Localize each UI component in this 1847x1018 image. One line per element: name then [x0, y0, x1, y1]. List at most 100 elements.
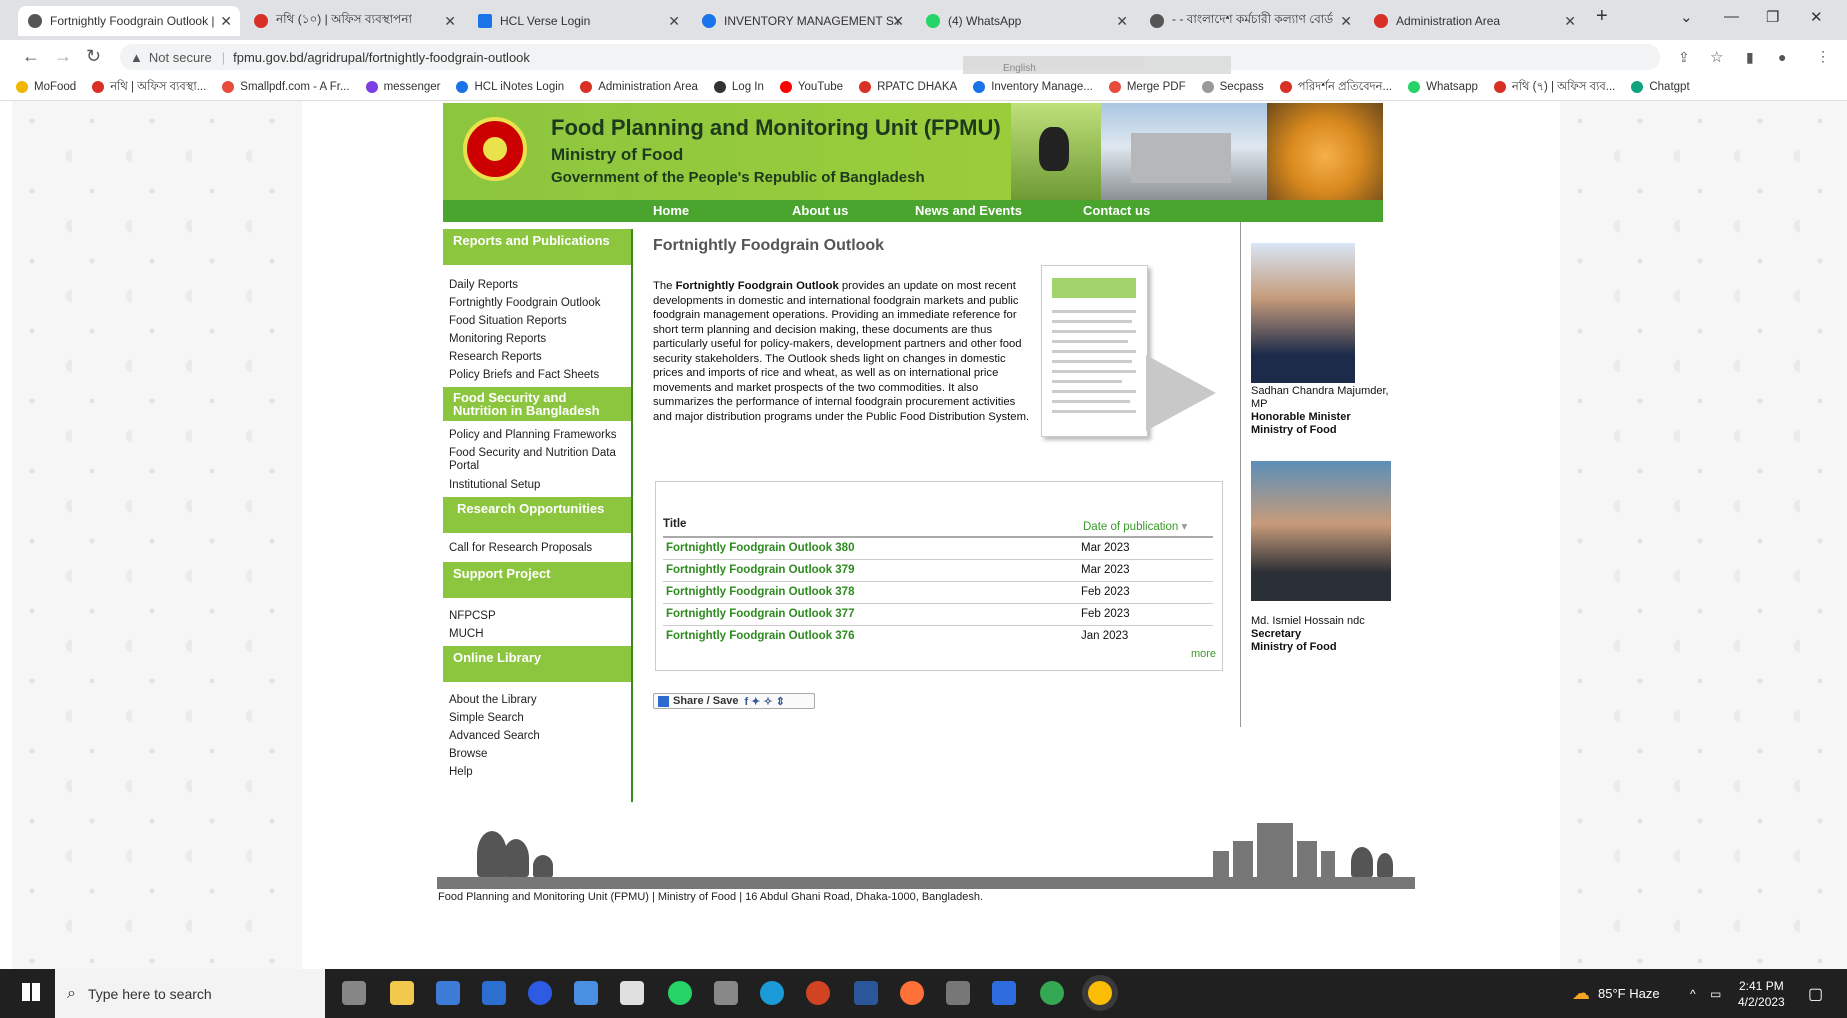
tab-nothi[interactable]: নথি (১০) | অফিস ব্যবস্থাপনা ✕	[244, 6, 464, 36]
bookmark-item[interactable]: YouTube	[779, 81, 843, 93]
bookmark-item[interactable]: নথি | অফিস ব্যবস্থা...	[92, 78, 206, 97]
bookmark-item[interactable]: RPATC DHAKA	[859, 81, 957, 93]
bookmark-item[interactable]: Secpass	[1201, 81, 1264, 93]
sidebar-item-institutional-setup[interactable]: Institutional Setup	[443, 479, 631, 491]
tab-kalyan-board[interactable]: - - বাংলাদেশ কর্মচারী কল্যাণ বোর্ড ✕	[1140, 6, 1360, 36]
tab-inventory[interactable]: INVENTORY MANAGEMENT SYS ✕	[692, 6, 912, 36]
back-icon[interactable]: ←	[22, 46, 40, 67]
bookmark-item[interactable]: Merge PDF	[1108, 81, 1186, 93]
edge-icon[interactable]	[760, 981, 784, 1005]
new-tab-button[interactable]: +	[1596, 5, 1608, 28]
calculator-icon[interactable]	[714, 981, 738, 1005]
tray-chevron-icon[interactable]: ^	[1690, 969, 1696, 1018]
sidebar-item-policy-frameworks[interactable]: Policy and Planning Frameworks	[443, 429, 631, 441]
sidebar-item-data-portal[interactable]: Food Security and Nutrition Data Portal	[443, 447, 631, 473]
sidebar-item-nfpcsp[interactable]: NFPCSP	[443, 610, 631, 622]
close-icon[interactable]: ✕	[892, 13, 904, 30]
bookmark-item[interactable]: Whatsapp	[1408, 81, 1478, 93]
task-view-icon[interactable]	[342, 981, 366, 1005]
sidebar-item-browse[interactable]: Browse	[443, 748, 631, 760]
tab-fortnightly-foodgrain[interactable]: Fortnightly Foodgrain Outlook | ✕	[18, 6, 240, 36]
search-placeholder: Type here to search	[87, 985, 212, 1002]
close-icon[interactable]: ✕	[1116, 13, 1128, 30]
close-icon[interactable]: ✕	[444, 13, 456, 30]
close-icon[interactable]: ✕	[220, 13, 232, 30]
bookmark-item[interactable]: পরিদর্শন প্রতিবেদন...	[1279, 78, 1392, 97]
forward-icon[interactable]: →	[54, 46, 72, 67]
bookmark-item[interactable]: নথি (৭) | অফিস ব্যব...	[1493, 78, 1615, 97]
publication-date: Mar 2023	[1081, 542, 1130, 554]
bookmark-item[interactable]: Chatgpt	[1631, 81, 1690, 93]
sidebar-item-fortnightly-outlook[interactable]: Fortnightly Foodgrain Outlook	[443, 297, 631, 309]
chrome-active-icon[interactable]	[1088, 981, 1112, 1005]
profile-icon[interactable]: ●	[1778, 49, 1786, 65]
close-icon[interactable]: ✕	[1564, 13, 1576, 30]
sidebar-item-call-proposals[interactable]: Call for Research Proposals	[443, 542, 631, 554]
tab-administration[interactable]: Administration Area ✕	[1364, 6, 1584, 36]
calc-icon[interactable]	[946, 981, 970, 1005]
close-window-icon[interactable]: ✕	[1810, 8, 1823, 26]
outlook-link[interactable]: Fortnightly Foodgrain Outlook 379	[666, 564, 854, 576]
notifications-icon[interactable]: ▢	[1808, 969, 1823, 1018]
windows-start-icon[interactable]	[22, 983, 40, 1001]
outlook-link[interactable]: Fortnightly Foodgrain Outlook 376	[666, 630, 854, 642]
more-link[interactable]: more	[1191, 648, 1216, 660]
sidepanel-icon[interactable]: ▮	[1746, 49, 1754, 66]
minimize-icon[interactable]: —	[1724, 8, 1739, 25]
share-save-button[interactable]: Share / Save f ✦ ✧ ⇕	[653, 693, 815, 709]
powerpoint-icon[interactable]	[806, 981, 830, 1005]
sidebar-item-advanced-search[interactable]: Advanced Search	[443, 730, 631, 742]
nav-about-us[interactable]: About us	[792, 203, 848, 218]
sidebar-item-monitoring[interactable]: Monitoring Reports	[443, 333, 631, 345]
network-icon[interactable]: ▭	[1710, 969, 1721, 1018]
teams-icon[interactable]	[574, 981, 598, 1005]
mail-icon[interactable]	[482, 981, 506, 1005]
weather-widget[interactable]: ☁ 85°F Haze	[1572, 969, 1660, 1018]
bookmark-item[interactable]: HCL iNotes Login	[456, 81, 564, 93]
sidebar-item-daily-reports[interactable]: Daily Reports	[443, 279, 631, 291]
restore-icon[interactable]: ❐	[1766, 8, 1779, 26]
site-icon	[1374, 14, 1388, 28]
bookmark-item[interactable]: Inventory Manage...	[973, 81, 1093, 93]
sidebar-item-simple-search[interactable]: Simple Search	[443, 712, 631, 724]
clock[interactable]: 2:41 PM 4/2/2023	[1738, 969, 1785, 1018]
whatsapp-icon[interactable]	[668, 981, 692, 1005]
star-icon[interactable]: ☆	[1710, 48, 1723, 66]
column-date-sort[interactable]: Date of publication ▾	[1083, 519, 1187, 533]
nav-contact-us[interactable]: Contact us	[1083, 203, 1150, 218]
outlook-link[interactable]: Fortnightly Foodgrain Outlook 378	[666, 586, 854, 598]
sidebar-item-research-reports[interactable]: Research Reports	[443, 351, 631, 363]
sidebar-item-much[interactable]: MUCH	[443, 628, 631, 640]
tab-hcl-verse[interactable]: HCL Verse Login ✕	[468, 6, 688, 36]
chrome-icon[interactable]	[1040, 981, 1064, 1005]
tab-whatsapp[interactable]: (4) WhatsApp ✕	[916, 6, 1136, 36]
close-icon[interactable]: ✕	[1340, 13, 1352, 30]
store-icon[interactable]	[436, 981, 460, 1005]
outlook-link[interactable]: Fortnightly Foodgrain Outlook 380	[666, 542, 854, 554]
chevron-down-icon[interactable]: ⌄	[1680, 8, 1693, 26]
taskbar-search-box[interactable]: ⌕ Type here to search	[55, 969, 325, 1018]
file-explorer-icon[interactable]	[390, 981, 414, 1005]
firefox-icon[interactable]	[900, 981, 924, 1005]
close-icon[interactable]: ✕	[668, 13, 680, 30]
nav-home[interactable]: Home	[653, 203, 689, 218]
bookmark-item[interactable]: Smallpdf.com - A Fr...	[222, 81, 350, 93]
outlook-link[interactable]: Fortnightly Foodgrain Outlook 377	[666, 608, 854, 620]
sidebar-item-policy-briefs[interactable]: Policy Briefs and Fact Sheets	[443, 369, 631, 381]
snip-icon[interactable]	[620, 981, 644, 1005]
menu-icon[interactable]: ⋮	[1816, 48, 1830, 65]
bookmark-item[interactable]: Administration Area	[580, 81, 698, 93]
reload-icon[interactable]: ↻	[86, 46, 101, 67]
url-field[interactable]: ▲ Not secure | fpmu.gov.bd/agridrupal/fo…	[120, 44, 1660, 70]
share-icon[interactable]: ⇪	[1678, 49, 1690, 66]
sidebar-item-about-library[interactable]: About the Library	[443, 694, 631, 706]
zoom-icon[interactable]	[528, 981, 552, 1005]
sidebar-item-food-situation[interactable]: Food Situation Reports	[443, 315, 631, 327]
word-icon[interactable]	[854, 981, 878, 1005]
bookmark-item[interactable]: messenger	[365, 81, 440, 93]
bookmark-item[interactable]: Log In	[713, 81, 764, 93]
sidebar-item-help[interactable]: Help	[443, 766, 631, 778]
nav-news-events[interactable]: News and Events	[915, 203, 1022, 218]
app-icon[interactable]	[992, 981, 1016, 1005]
bookmark-item[interactable]: MoFood	[16, 81, 76, 93]
